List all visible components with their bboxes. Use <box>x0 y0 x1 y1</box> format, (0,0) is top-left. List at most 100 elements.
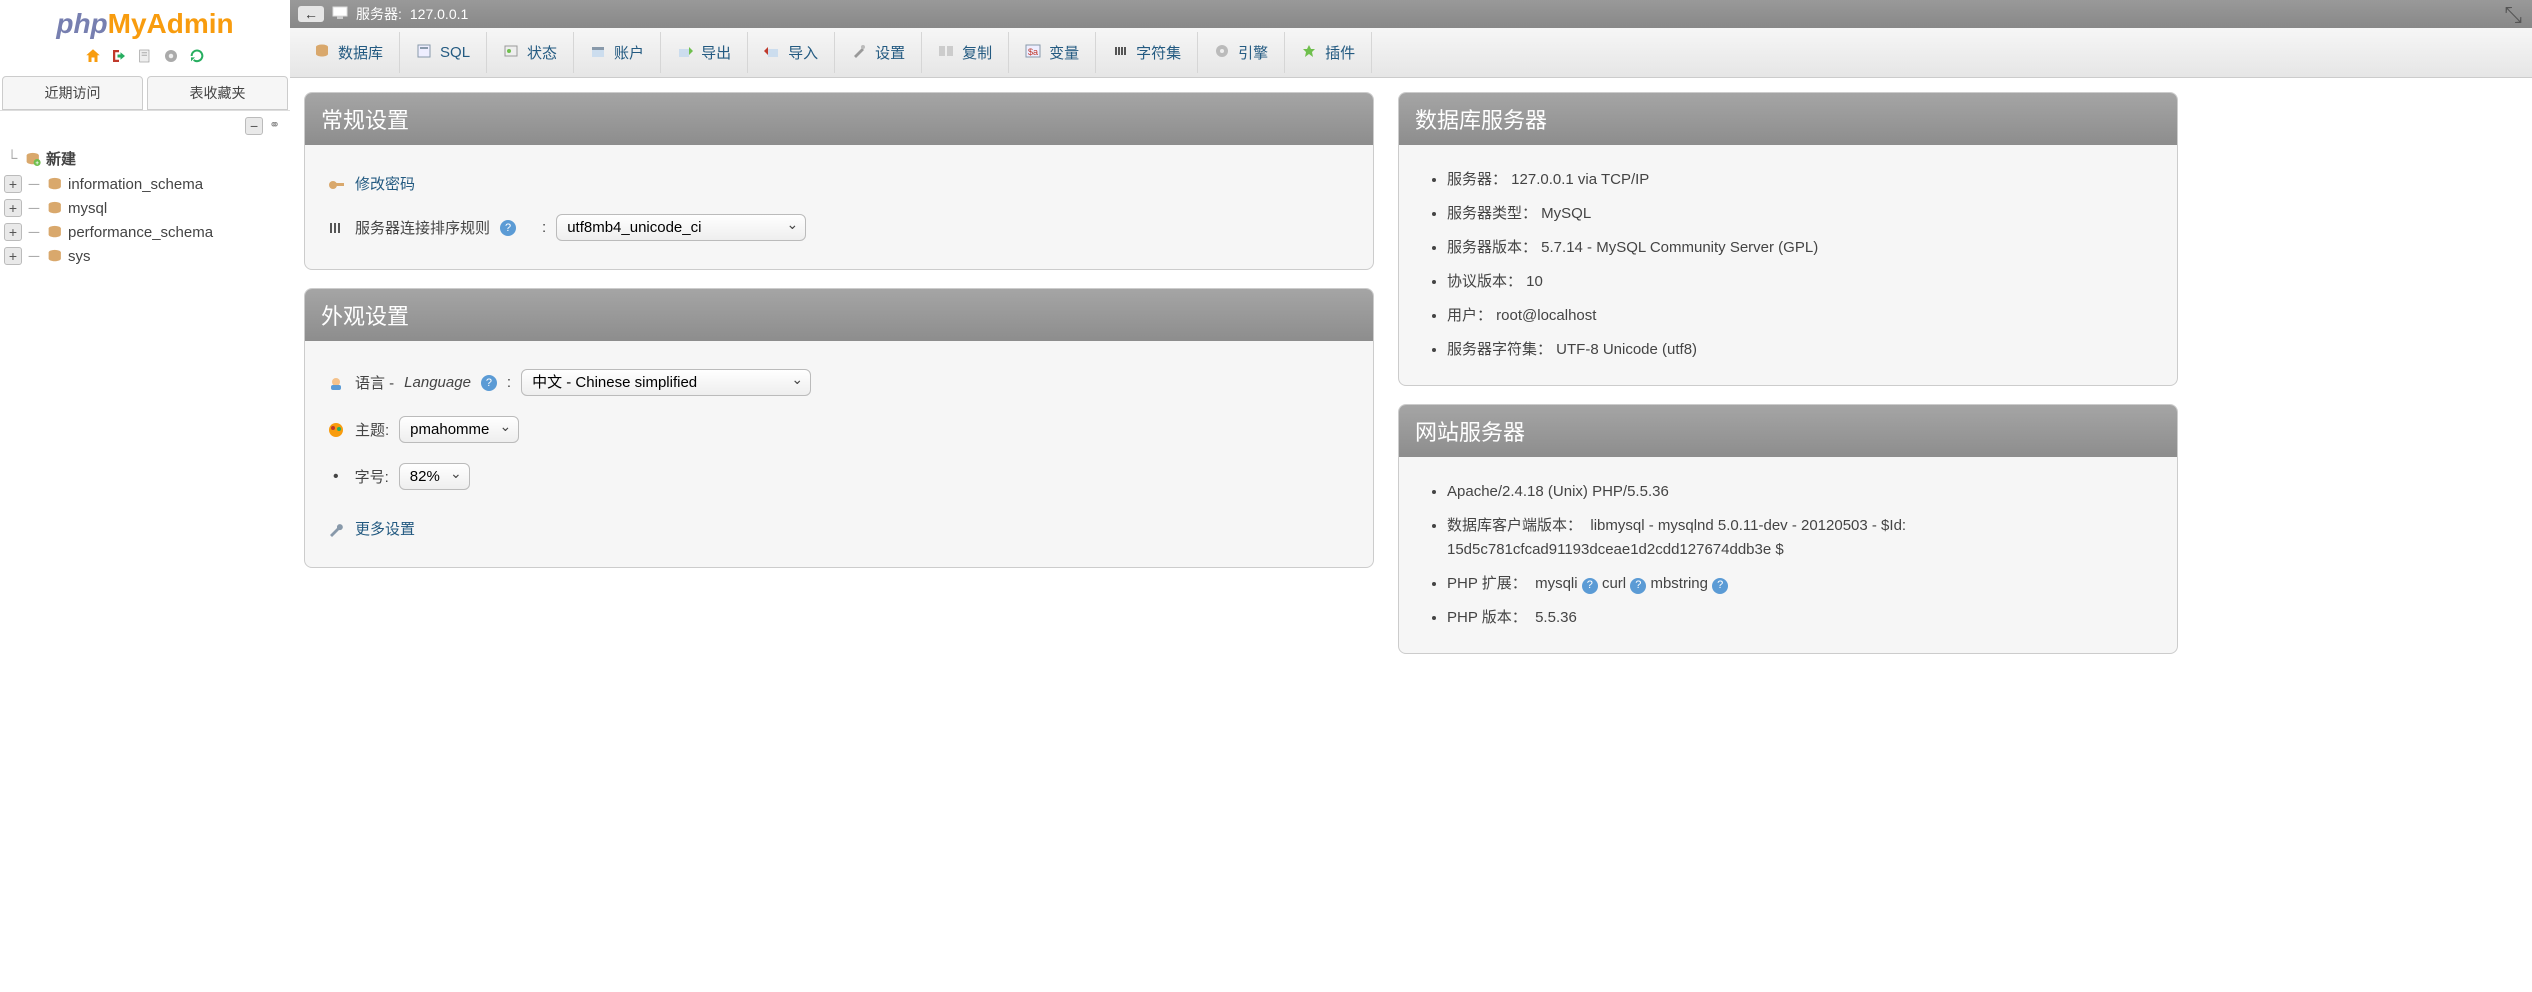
refresh-icon[interactable] <box>187 46 207 66</box>
svg-text:+: + <box>35 160 39 166</box>
tab-recent[interactable]: 近期访问 <box>2 76 143 110</box>
list-item: 服务器类型： MySQL <box>1447 197 2155 231</box>
database-tree: └ + 新建 +─information_schema+─mysql+─perf… <box>0 141 290 268</box>
db-name: information_schema <box>68 176 203 193</box>
database-icon <box>314 43 330 63</box>
plugins-icon <box>1301 43 1317 63</box>
menu-charsets[interactable]: 字符集 <box>1096 32 1198 73</box>
phpmyadmin-logo[interactable]: phpMyAdmin <box>0 0 290 40</box>
link-icon[interactable]: ⚭ <box>269 117 280 135</box>
svg-text:$a: $a <box>1028 47 1038 57</box>
key-icon <box>327 175 345 193</box>
db-name: mysql <box>68 200 107 217</box>
menu-variables[interactable]: $a变量 <box>1009 32 1096 73</box>
collapse-all-icon[interactable]: − <box>245 117 263 135</box>
list-item: 协议版本： 10 <box>1447 265 2155 299</box>
language-word: Language <box>404 374 471 391</box>
php-ext-item: mysqli <box>1535 575 1582 592</box>
help-icon[interactable]: ? <box>500 220 516 236</box>
help-icon[interactable]: ? <box>1712 578 1728 594</box>
fontsize-label: 字号: <box>355 466 389 487</box>
tree-db-item[interactable]: +─sys <box>2 244 288 268</box>
list-item: 数据库客户端版本： libmysql - mysqlnd 5.0.11-dev … <box>1447 509 2155 567</box>
tree-new-db[interactable]: └ + 新建 <box>2 145 288 172</box>
menu-databases[interactable]: 数据库 <box>298 32 400 73</box>
menu-sql[interactable]: SQL <box>400 32 487 73</box>
change-password-link[interactable]: 修改密码 <box>355 173 415 194</box>
wrench-icon <box>327 520 345 538</box>
language-icon <box>327 374 345 392</box>
menu-export[interactable]: 导出 <box>661 32 748 73</box>
menubar: 数据库 SQL 状态 账户 导出 导入 设置 复制 $a变量 字符集 引擎 插件 <box>290 28 2532 78</box>
theme-label: 主题: <box>355 419 389 440</box>
engines-icon <box>1214 43 1230 63</box>
list-item: PHP 版本： 5.5.36 <box>1447 601 2155 635</box>
panel-general-settings: 常规设置 修改密码 服务器连接排序规则 ? : utf8mb4_unicode_… <box>304 92 1374 270</box>
menu-settings[interactable]: 设置 <box>835 32 922 73</box>
topbar: ← 服务器: 127.0.0.1 ⤡ <box>290 0 2532 28</box>
bullet-icon: • <box>327 468 345 486</box>
collation-label: 服务器连接排序规则 <box>355 217 490 238</box>
db-name: performance_schema <box>68 224 213 241</box>
status-icon <box>503 43 519 63</box>
menu-replication[interactable]: 复制 <box>922 32 1009 73</box>
tab-favorites[interactable]: 表收藏夹 <box>147 76 288 110</box>
menu-status[interactable]: 状态 <box>487 32 574 73</box>
database-new-icon: + <box>24 152 42 166</box>
accounts-icon <box>590 43 606 63</box>
docs-icon[interactable] <box>135 46 155 66</box>
collation-select[interactable]: utf8mb4_unicode_ci <box>556 214 806 241</box>
replication-icon <box>938 43 954 63</box>
list-item: 服务器版本： 5.7.14 - MySQL Community Server (… <box>1447 231 2155 265</box>
settings-icon <box>851 43 867 63</box>
import-icon <box>764 43 780 63</box>
theme-icon <box>327 421 345 439</box>
help-icon[interactable]: ? <box>481 375 497 391</box>
server-icon <box>332 6 348 23</box>
database-icon <box>46 201 64 215</box>
database-icon <box>46 225 64 239</box>
panel-web-server: 网站服务器 Apache/2.4.18 (Unix) PHP/5.5.36 数据… <box>1398 404 2178 654</box>
tree-db-item[interactable]: +─mysql <box>2 196 288 220</box>
panel-title: 网站服务器 <box>1399 405 2177 457</box>
tree-db-item[interactable]: +─information_schema <box>2 172 288 196</box>
home-icon[interactable] <box>83 46 103 66</box>
theme-select[interactable]: pmahomme <box>399 416 519 443</box>
expand-icon[interactable]: + <box>4 175 22 193</box>
gear-icon[interactable] <box>161 46 181 66</box>
webserver-info-list: Apache/2.4.18 (Unix) PHP/5.5.36 数据库客户端版本… <box>1421 475 2155 635</box>
menu-accounts[interactable]: 账户 <box>574 32 661 73</box>
expand-icon[interactable]: + <box>4 199 22 217</box>
expand-icon[interactable]: + <box>4 247 22 265</box>
db-name: sys <box>68 248 91 265</box>
database-icon <box>46 177 64 191</box>
panel-title: 常规设置 <box>305 93 1373 145</box>
list-item: PHP 扩展： mysqli ? curl ? mbstring ? <box>1447 567 2155 601</box>
dbserver-info-list: 服务器： 127.0.0.1 via TCP/IP服务器类型： MySQL服务器… <box>1421 163 2155 367</box>
php-ext-item: curl <box>1602 575 1630 592</box>
php-ext-item: mbstring <box>1650 575 1712 592</box>
menu-import[interactable]: 导入 <box>748 32 835 73</box>
tree-db-item[interactable]: +─performance_schema <box>2 220 288 244</box>
menu-plugins[interactable]: 插件 <box>1285 32 1372 73</box>
server-label: 服务器: <box>356 4 402 24</box>
language-select[interactable]: 中文 - Chinese simplified <box>521 369 811 396</box>
export-icon <box>677 43 693 63</box>
back-button[interactable]: ← <box>298 6 324 22</box>
panel-database-server: 数据库服务器 服务器： 127.0.0.1 via TCP/IP服务器类型： M… <box>1398 92 2178 386</box>
close-icon[interactable]: ⤡ <box>2504 2 2522 28</box>
sql-icon <box>416 43 432 63</box>
database-icon <box>46 249 64 263</box>
help-icon[interactable]: ? <box>1582 578 1598 594</box>
expand-icon[interactable]: + <box>4 223 22 241</box>
fontsize-select[interactable]: 82% <box>399 463 470 490</box>
panel-title: 数据库服务器 <box>1399 93 2177 145</box>
server-value: 127.0.0.1 <box>410 6 468 22</box>
charsets-icon <box>1112 43 1128 63</box>
logout-icon[interactable] <box>109 46 129 66</box>
more-settings-link[interactable]: 更多设置 <box>355 518 415 539</box>
list-item: 用户： root@localhost <box>1447 299 2155 333</box>
list-item: 服务器： 127.0.0.1 via TCP/IP <box>1447 163 2155 197</box>
help-icon[interactable]: ? <box>1630 578 1646 594</box>
menu-engines[interactable]: 引擎 <box>1198 32 1285 73</box>
